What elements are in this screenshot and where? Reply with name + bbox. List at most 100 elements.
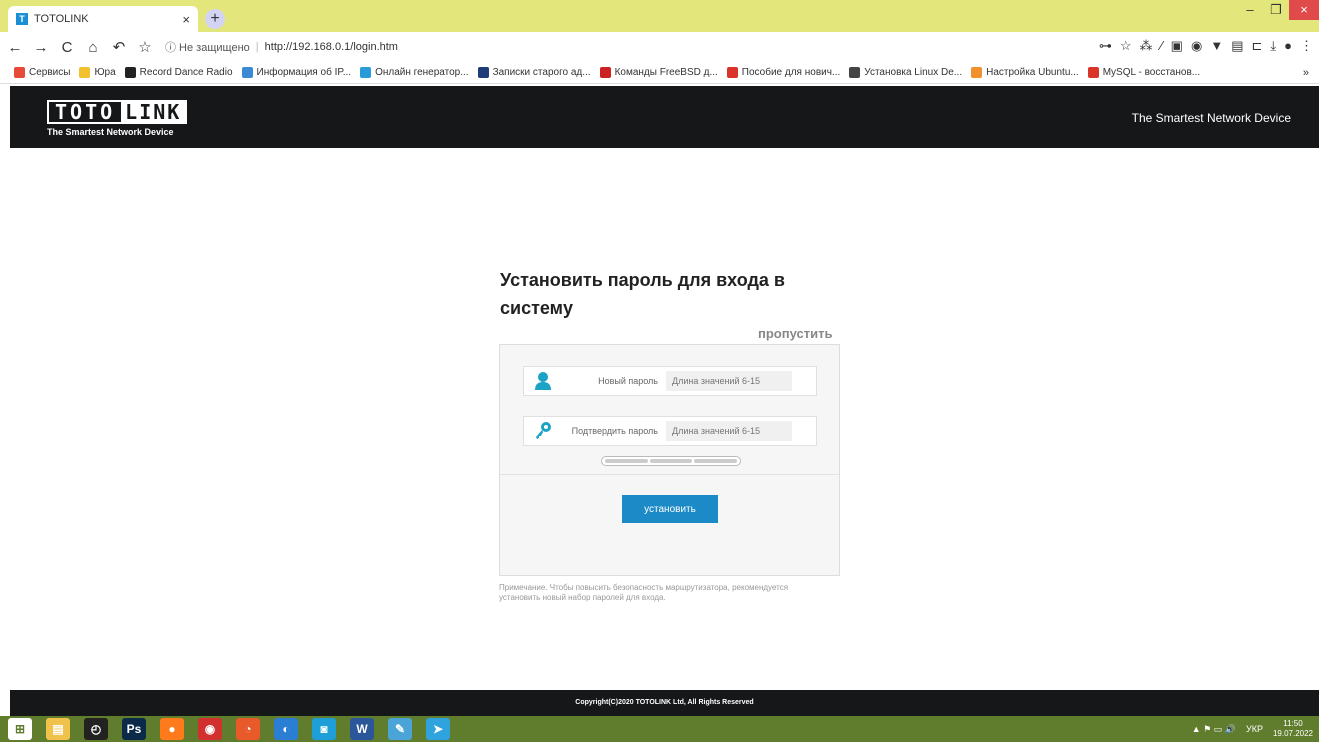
taskbar-apps: ⊞ ▤ ◴ Ps ● ◉ ◔ ◐ ◙ W ✎ ➤ [8,718,450,740]
taskbar-app-icon[interactable]: ◐ [274,718,298,740]
clock-time: 11:50 [1283,719,1303,728]
bookmark-favicon-icon [124,67,136,78]
bookmark-item[interactable]: Онлайн генератор... [360,67,469,78]
logo-toto: TOTO [55,100,116,124]
profile-icon[interactable]: ● [1284,38,1292,54]
bookmark-favicon-icon [849,67,861,78]
extension-icon[interactable]: ▣ [1171,38,1183,54]
windows-taskbar: ⊞ ▤ ◴ Ps ● ◉ ◔ ◐ ◙ W ✎ ➤ ▲ ⚑ ▭ 🔊 УКР 11:50 19.07.20… [0,716,1319,742]
bookmarks-overflow-icon[interactable]: » [1303,67,1309,79]
bookmark-item[interactable]: Пособие для нович... [726,67,840,78]
bookmark-label: Настройка Ubuntu... [986,67,1079,78]
bookmark-item[interactable]: Установка Linux De... [849,67,962,78]
bookmark-label: Сервисы [29,67,71,78]
download-icon[interactable]: ⤓ [1270,38,1276,54]
browser-tab[interactable]: T TOTOLINK × [8,6,198,32]
extension-icon[interactable]: ⁂ [1140,38,1153,54]
separator: | [255,41,259,53]
bookmark-favicon-icon [79,67,91,78]
bookmark-label: Установка Linux De... [864,67,963,78]
extension-icons: ⊶ ☆ ⁂ ∕ ▣ ◉ ▼ ▤ ⊏ ⤓ ● ⋮ [1099,38,1313,54]
minimize-button[interactable]: – [1237,0,1263,20]
tray-icons[interactable]: ▲ ⚑ ▭ 🔊 [1192,724,1236,735]
new-password-input[interactable] [666,371,792,391]
page-title: Установить пароль для входа в системy [500,270,785,318]
taskbar-app-icon[interactable]: ◙ [312,718,336,740]
taskbar-app-icon[interactable]: ● [160,718,184,740]
url-text[interactable]: http://192.168.0.1/login.htm [265,41,398,53]
taskbar-app-icon[interactable]: Ps [122,718,146,740]
address-bar[interactable]: ⓘ Не защищено | http://192.168.0.1/login… [165,36,1065,58]
home-icon[interactable]: ⌂ [82,39,104,56]
strength-segment [649,459,693,463]
password-strength-bar [601,456,741,466]
browser-tab-bar: T TOTOLINK × + – ❐ × [0,0,1319,32]
extension-icon[interactable]: ∕ [1161,38,1163,54]
reload-icon[interactable]: C [56,39,78,56]
new-tab-button[interactable]: + [205,9,225,29]
confirm-password-label: Подтвердить пароль [571,426,658,436]
user-icon [530,367,556,395]
tab-close-icon[interactable]: × [182,12,190,27]
menu-icon[interactable]: ⋮ [1300,38,1313,54]
bookmark-favicon-icon [599,67,611,78]
confirm-password-row: Подтвердить пароль [523,416,817,446]
forward-icon[interactable]: → [30,39,52,56]
page-header: TOTO LINK The Smartest Network Device Th… [10,86,1319,148]
extension-icon[interactable]: ◉ [1191,38,1202,54]
window-controls: – ❐ × [1237,0,1319,24]
logo-tagline: The Smartest Network Device [47,127,174,137]
bookmark-item[interactable]: Записки старого ад... [477,67,591,78]
extension-icon[interactable]: ▤ [1231,38,1243,54]
bookmark-label: Юра [94,67,116,78]
bookmark-item[interactable]: Настройка Ubuntu... [971,67,1079,78]
history-icon[interactable]: ↶ [108,38,130,56]
bookmark-item[interactable]: Record Dance Radio [124,67,233,78]
skip-link[interactable]: пропустить [758,326,832,341]
password-key-icon[interactable]: ⊶ [1099,38,1112,54]
bookmark-favicon-icon [477,67,489,78]
back-icon[interactable]: ← [4,39,26,56]
new-password-label: Новый пароль [598,376,658,386]
taskbar-app-icon[interactable]: ➤ [426,718,450,740]
bookmark-star-icon[interactable]: ☆ [134,38,156,56]
confirm-password-input[interactable] [666,421,792,441]
logo-link: LINK [121,100,186,124]
taskbar-app-icon[interactable]: ▤ [46,718,70,740]
taskbar-app-icon[interactable]: ◴ [84,718,108,740]
logo-box: TOTO LINK [47,100,188,124]
password-panel: Новый пароль Подтвердить пароль установи… [499,344,840,576]
insecure-label[interactable]: ⓘ Не защищено [165,39,250,55]
bookmark-item[interactable]: Информация об IP... [241,67,352,78]
maximize-button[interactable]: ❐ [1263,0,1289,20]
taskbar-app-icon[interactable]: ✎ [388,718,412,740]
clock[interactable]: 11:50 19.07.2022 [1273,719,1313,739]
totolink-favicon: T [16,13,28,25]
bookmark-label: MySQL - восстанов... [1102,67,1201,78]
key-icon [530,417,556,445]
bookmark-label: Команды FreeBSD д... [614,67,718,78]
bookmark-item[interactable]: MySQL - восстанов... [1087,67,1201,78]
bookmark-item[interactable]: Команды FreeBSD д... [599,67,718,78]
security-note: Примечание. Чтобы повысить безопасность … [499,583,789,602]
bookmark-favicon-icon [14,67,25,78]
taskbar-app-icon[interactable]: W [350,718,374,740]
strength-segment [694,459,738,463]
panel-fields-area: Новый пароль Подтвердить пароль [500,345,839,475]
extension-icon[interactable]: ⊏ [1251,38,1262,54]
totolink-logo: TOTO LINK The Smartest Network Device [47,100,188,137]
bookmark-item[interactable]: Юра [79,67,116,78]
bookmark-label: Информация об IP... [256,67,352,78]
page-footer: Copyright(C)2020 TOTOLINK Ltd, All Right… [10,690,1319,716]
language-indicator[interactable]: УКР [1246,724,1263,734]
taskbar-app-icon[interactable]: ◔ [236,718,260,740]
bookmark-favicon-icon [360,67,372,78]
bookmark-item[interactable]: Сервисы [14,67,70,78]
set-password-button[interactable]: установить [622,495,718,523]
taskbar-app-icon[interactable]: ⊞ [8,718,32,740]
bookmarks-list: Сервисы Юра Record Dance Radio Информация о… [14,67,1209,78]
star-icon[interactable]: ☆ [1120,38,1132,54]
close-window-button[interactable]: × [1289,0,1319,20]
extension-icon[interactable]: ▼ [1210,38,1223,54]
taskbar-app-icon[interactable]: ◉ [198,718,222,740]
